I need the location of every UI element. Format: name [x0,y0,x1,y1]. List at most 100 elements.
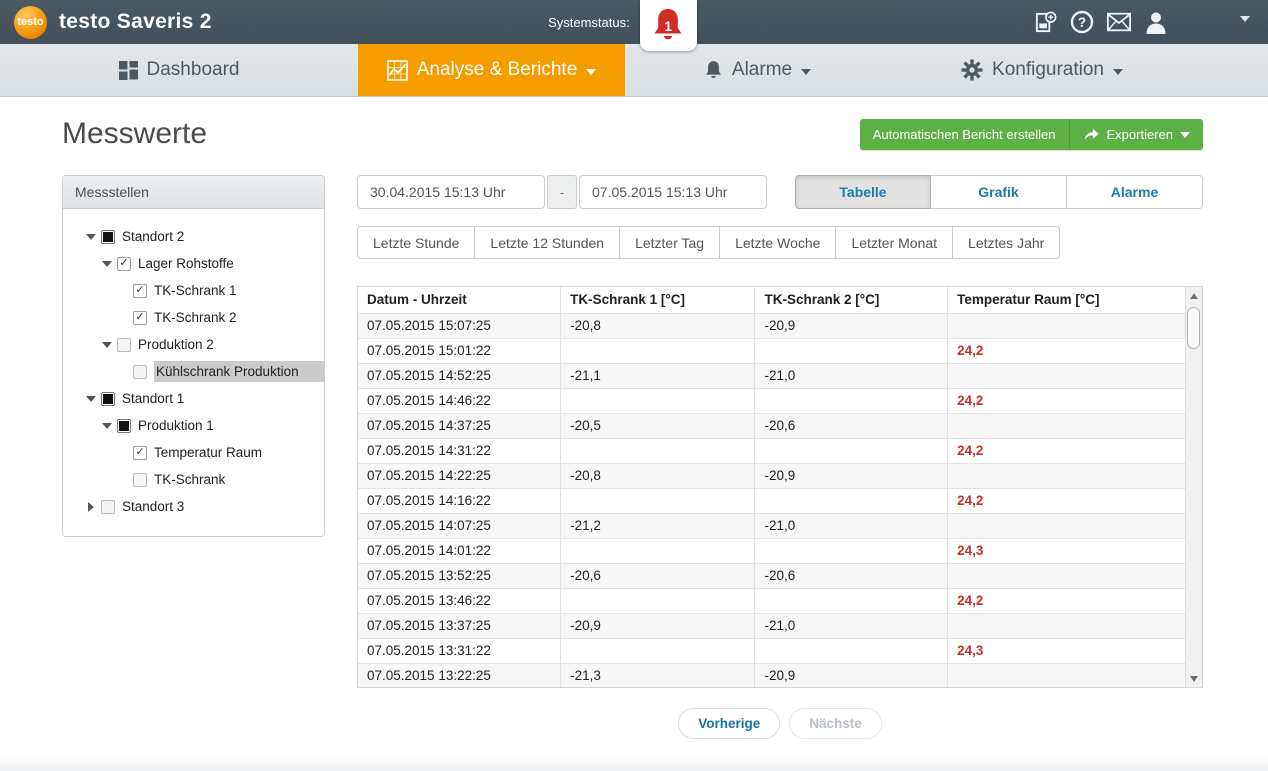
tree-checkbox-unchecked[interactable] [101,500,115,514]
view-tab-group: Tabelle Grafik Alarme [795,175,1203,209]
tree-checkbox-partial[interactable] [101,230,115,244]
cell-temperatur-raum [948,313,1185,338]
tree-checkbox-unchecked[interactable] [133,473,147,487]
tree-expander-open-icon[interactable] [83,234,98,240]
quick-range-button[interactable]: Letzte 12 Stunden [474,226,620,259]
cell-tk-schrank-2 [755,388,948,413]
tree-item[interactable]: Kühlschrank Produktion [63,358,324,385]
tree-item[interactable]: TK-Schrank [63,466,324,493]
tree-expander-open-icon[interactable] [99,261,114,267]
table-row: 07.05.2015 13:52:25-20,6-20,6 [358,563,1185,588]
tree-checkbox-partial[interactable] [101,392,115,406]
date-from-input[interactable] [357,175,545,209]
export-button[interactable]: Exportieren [1069,119,1203,150]
share-arrow-icon [1083,127,1100,141]
table-row: 07.05.2015 14:01:2224,3 [358,538,1185,563]
cell-datetime: 07.05.2015 13:31:22 [358,638,561,663]
previous-page-button[interactable]: Vorherige [678,708,780,739]
cell-datetime: 07.05.2015 14:37:25 [358,413,561,438]
cell-datetime: 07.05.2015 14:22:25 [358,463,561,488]
table-row: 07.05.2015 15:01:2224,2 [358,338,1185,363]
cell-datetime: 07.05.2015 14:07:25 [358,513,561,538]
cell-tk-schrank-2 [755,438,948,463]
tree-item[interactable]: ✓TK-Schrank 2 [63,304,324,331]
cell-tk-schrank-1 [561,638,755,663]
scrollbar-thumb[interactable] [1187,307,1200,349]
cell-tk-schrank-1 [561,438,755,463]
cell-temperatur-raum [948,363,1185,388]
cell-datetime: 07.05.2015 14:46:22 [358,388,561,413]
column-header-raum: Temperatur Raum [°C] [948,287,1185,313]
tree-item-label: Produktion 2 [138,337,214,352]
tree-expander-closed-icon[interactable] [83,502,98,512]
mail-icon[interactable] [1107,10,1131,34]
export-label: Exportieren [1107,127,1173,142]
alarm-bell-icon: 1 [651,7,685,45]
cell-tk-schrank-1 [561,338,755,363]
systemstatus-alarm-badge[interactable]: 1 [640,0,697,51]
tab-tabelle[interactable]: Tabelle [795,175,931,209]
systemstatus-label: Systemstatus: [548,15,630,30]
date-to-input[interactable] [579,175,767,209]
tree-item[interactable]: Produktion 2 [63,331,324,358]
create-auto-report-button[interactable]: Automatischen Bericht erstellen [860,119,1069,150]
tree-checkbox-checked[interactable]: ✓ [133,284,147,298]
tree-item[interactable]: ✓TK-Schrank 1 [63,277,324,304]
user-icon[interactable] [1144,10,1168,34]
table-row: 07.05.2015 13:22:25-21,3-20,9 [358,663,1185,688]
cell-tk-schrank-1: -21,1 [561,363,755,388]
cell-datetime: 07.05.2015 14:01:22 [358,538,561,563]
cell-tk-schrank-2: -21,0 [755,363,948,388]
tree-checkbox-unchecked[interactable] [117,338,131,352]
help-icon[interactable]: ? [1070,10,1094,34]
tab-alarme[interactable]: Alarme [1067,175,1203,209]
table-row: 07.05.2015 14:37:25-20,5-20,6 [358,413,1185,438]
content-area: Messwerte Automatischen Bericht erstelle… [0,97,1268,739]
tree-item[interactable]: Standort 1 [63,385,324,412]
nav-item-analyse-berichte[interactable]: Analyse & Berichte [358,44,625,96]
tree-checkbox-checked[interactable]: ✓ [133,311,147,325]
tree-item[interactable]: ✓Lager Rohstoffe [63,250,324,277]
bell-icon [704,60,723,81]
tree-checkbox-checked[interactable]: ✓ [133,446,147,460]
pagination: Vorherige Nächste [357,708,1203,739]
chevron-down-icon [1180,132,1190,138]
cell-tk-schrank-2: -20,6 [755,413,948,438]
tree-expander-open-icon[interactable] [99,342,114,348]
quick-range-button[interactable]: Letzter Monat [835,226,953,259]
scroll-up-icon[interactable] [1186,287,1202,304]
new-report-icon[interactable] [1033,10,1057,34]
tree-checkbox-partial[interactable] [117,419,131,433]
cell-temperatur-raum [948,563,1185,588]
tree-expander-open-icon[interactable] [83,396,98,402]
cell-tk-schrank-1 [561,488,755,513]
tree-item[interactable]: Standort 2 [63,223,324,250]
column-header-datetime: Datum - Uhrzeit [358,287,561,313]
tree-checkbox-checked[interactable]: ✓ [117,257,131,271]
quick-range-button[interactable]: Letzte Woche [719,226,836,259]
tree-item-label: Produktion 1 [138,418,214,433]
nav-item-dashboard[interactable]: Dashboard [0,44,358,96]
tree-item[interactable]: Standort 3 [63,493,324,520]
nav-item-alarme[interactable]: Alarme [625,44,890,96]
tree-item-label: Standort 2 [122,229,184,244]
quick-range-button[interactable]: Letzte Stunde [357,226,475,259]
header-menu-caret-icon[interactable] [1240,16,1250,22]
table-scrollbar[interactable] [1185,287,1202,687]
quick-range-group: Letzte StundeLetzte 12 StundenLetzter Ta… [357,226,1203,259]
tree-item[interactable]: ✓Temperatur Raum [63,439,324,466]
tab-grafik[interactable]: Grafik [931,175,1067,209]
next-page-button[interactable]: Nächste [789,708,882,739]
quick-range-button[interactable]: Letzter Tag [619,226,720,259]
tree-item[interactable]: Produktion 1 [63,412,324,439]
scroll-down-icon[interactable] [1186,670,1202,687]
nav-item-konfiguration[interactable]: Konfiguration [890,44,1268,96]
column-header-tk1: TK-Schrank 1 [°C] [561,287,755,313]
tree-expander-open-icon[interactable] [99,423,114,429]
table-row: 07.05.2015 14:52:25-21,1-21,0 [358,363,1185,388]
quick-range-button[interactable]: Letztes Jahr [952,226,1060,259]
cell-tk-schrank-2 [755,338,948,363]
tree-checkbox-unchecked[interactable] [133,365,147,379]
tree-item-label: Standort 1 [122,391,184,406]
cell-tk-schrank-2: -20,9 [755,463,948,488]
